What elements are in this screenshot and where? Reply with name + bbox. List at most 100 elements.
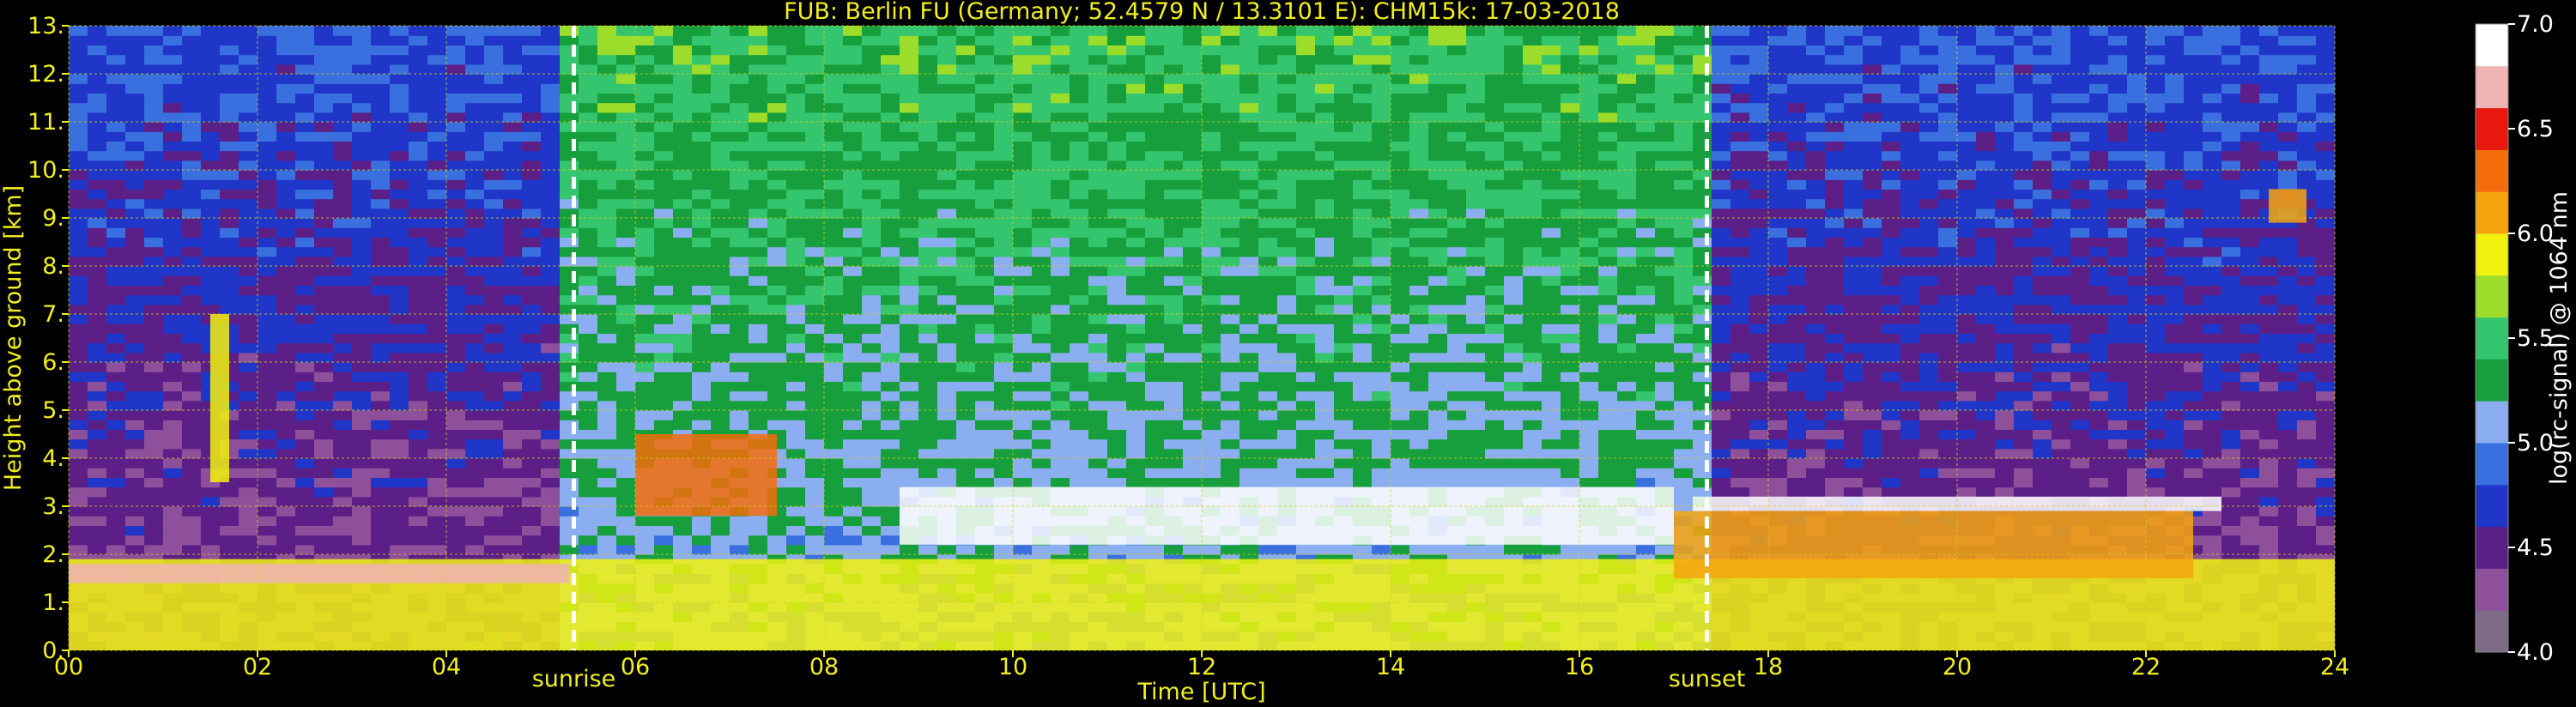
heatmap-cell bbox=[465, 448, 485, 459]
heatmap-cell bbox=[862, 468, 882, 478]
heatmap-cell bbox=[730, 535, 749, 546]
heatmap-cell bbox=[1315, 314, 1335, 324]
heatmap-cell bbox=[333, 218, 353, 228]
heatmap-cell bbox=[371, 112, 391, 123]
heatmap-cell bbox=[1164, 246, 1184, 257]
heatmap-cell bbox=[88, 468, 107, 478]
heatmap-cell bbox=[900, 304, 919, 315]
heatmap-cell bbox=[956, 218, 976, 228]
heatmap-cell bbox=[1258, 256, 1278, 267]
heatmap-cell bbox=[1145, 342, 1165, 354]
heatmap-cell bbox=[163, 170, 183, 180]
heatmap-cell bbox=[1164, 112, 1184, 123]
heatmap-cell bbox=[937, 420, 957, 430]
heatmap-cell bbox=[730, 342, 749, 354]
heatmap-cell bbox=[333, 83, 353, 94]
heatmap-cell bbox=[824, 256, 844, 267]
heatmap-cell bbox=[862, 323, 882, 334]
heatmap-cell bbox=[314, 112, 334, 123]
heatmap-cell bbox=[163, 246, 183, 257]
heatmap-cell bbox=[276, 93, 296, 104]
heatmap-cell bbox=[163, 535, 183, 546]
heatmap-cell bbox=[88, 45, 107, 56]
heatmap-cell bbox=[220, 535, 239, 546]
heatmap-cell bbox=[749, 410, 768, 420]
heatmap-cell bbox=[541, 285, 561, 296]
heatmap-cell bbox=[144, 26, 164, 36]
heatmap-cell bbox=[1240, 35, 1259, 45]
heatmap-cell bbox=[956, 544, 976, 555]
heatmap-cell bbox=[654, 333, 674, 344]
heatmap-cell bbox=[333, 429, 353, 440]
heatmap-cell bbox=[1013, 285, 1033, 296]
heatmap-cell bbox=[503, 63, 523, 75]
heatmap-cell bbox=[163, 35, 183, 45]
heatmap-cell bbox=[1145, 429, 1165, 440]
heatmap-cell bbox=[1353, 208, 1373, 219]
heatmap-cell bbox=[937, 160, 957, 171]
heatmap-cell bbox=[182, 102, 202, 113]
heatmap-cell bbox=[862, 544, 882, 555]
heatmap-cell bbox=[1126, 342, 1146, 354]
heatmap-cell bbox=[862, 160, 882, 171]
heatmap-cell bbox=[465, 208, 485, 219]
heatmap-cell bbox=[352, 314, 372, 324]
heatmap-cell bbox=[503, 102, 523, 113]
heatmap-cell bbox=[125, 496, 145, 507]
heatmap-cell bbox=[182, 112, 202, 123]
heatmap-cell bbox=[106, 458, 126, 468]
heatmap-cell bbox=[1428, 438, 1448, 450]
heatmap-cell bbox=[824, 294, 844, 305]
heatmap-cell bbox=[730, 410, 749, 420]
heatmap-cell bbox=[106, 535, 126, 546]
heatmap-cell bbox=[1183, 266, 1203, 276]
heatmap-cell bbox=[409, 477, 428, 488]
heatmap-cell bbox=[1372, 198, 1391, 209]
heatmap-cell bbox=[673, 342, 693, 354]
heatmap-cell bbox=[786, 170, 806, 180]
heatmap-cell bbox=[239, 400, 258, 411]
heatmap-cell bbox=[125, 227, 145, 238]
heatmap-cell bbox=[692, 381, 712, 392]
heatmap-cell bbox=[730, 35, 749, 45]
heatmap-cell bbox=[711, 35, 730, 45]
heatmap-cell bbox=[1240, 131, 1259, 142]
heatmap-cell bbox=[333, 170, 353, 180]
heatmap-cell bbox=[88, 198, 107, 209]
heatmap-cell bbox=[144, 496, 164, 507]
heatmap-cell bbox=[862, 227, 882, 238]
heatmap-cell bbox=[484, 362, 504, 372]
heatmap-cell bbox=[1202, 390, 1221, 402]
heatmap-cell bbox=[88, 93, 107, 104]
heatmap-cell bbox=[1051, 122, 1070, 132]
heatmap-cell bbox=[201, 112, 221, 123]
heatmap-cell bbox=[1334, 93, 1354, 104]
heatmap-cell bbox=[862, 477, 882, 488]
heatmap-cell bbox=[541, 477, 561, 488]
heatmap-cell bbox=[106, 362, 126, 372]
heatmap-cell bbox=[1504, 544, 1524, 555]
heatmap-cell bbox=[371, 246, 391, 257]
heatmap-cell bbox=[1372, 304, 1391, 315]
heatmap-cell bbox=[1221, 218, 1240, 228]
heatmap-cell bbox=[1258, 275, 1278, 286]
heatmap-cell bbox=[258, 150, 277, 161]
heatmap-cell bbox=[862, 352, 882, 363]
heatmap-cell bbox=[371, 525, 391, 536]
heatmap-cell bbox=[144, 102, 164, 113]
heatmap-cell bbox=[295, 477, 315, 488]
heatmap-cell bbox=[1334, 477, 1354, 488]
heatmap-cell bbox=[106, 227, 126, 238]
heatmap-cell bbox=[201, 179, 221, 190]
heatmap-cell bbox=[1221, 294, 1240, 305]
heatmap-cell bbox=[918, 150, 938, 161]
heatmap-cell bbox=[409, 486, 428, 498]
heatmap-cell bbox=[616, 381, 636, 392]
heatmap-cell bbox=[1447, 429, 1467, 440]
heatmap-cell bbox=[409, 372, 428, 382]
heatmap-cell bbox=[1485, 323, 1505, 334]
heatmap-cell bbox=[484, 112, 504, 123]
heatmap-cell bbox=[1277, 45, 1297, 56]
heatmap-cell bbox=[579, 63, 598, 75]
heatmap-cell bbox=[692, 410, 712, 420]
